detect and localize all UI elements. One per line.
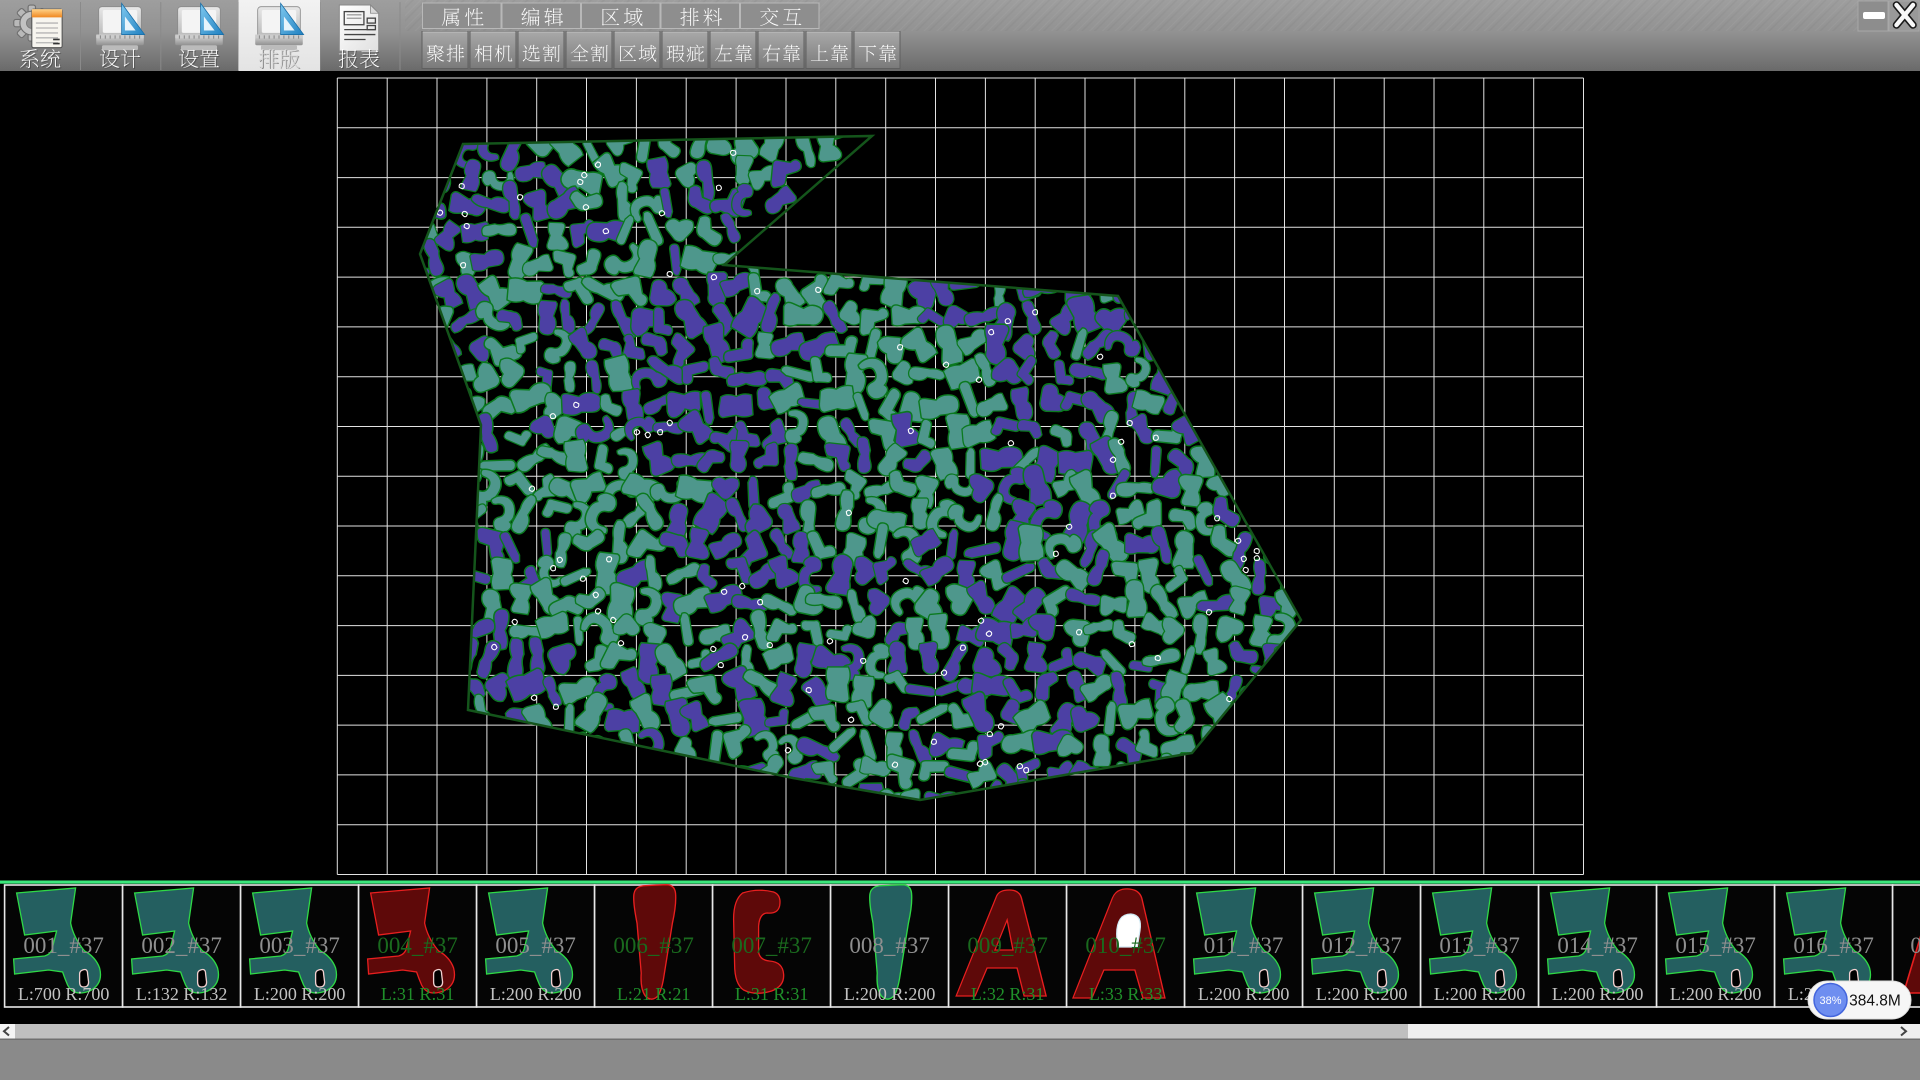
svg-text:L:200 R:200: L:200 R:200: [1670, 984, 1762, 1004]
svg-text:L:200 R:200: L:200 R:200: [254, 984, 346, 1004]
svg-text:L:200 R:200: L:200 R:200: [1552, 984, 1644, 1004]
svg-text:L:200 R:200: L:200 R:200: [1316, 984, 1408, 1004]
svg-text:L:21 R:21: L:21 R:21: [617, 984, 691, 1004]
svg-text:008_#37: 008_#37: [849, 933, 930, 958]
svg-text:L:200 R:200: L:200 R:200: [1198, 984, 1290, 1004]
svg-text:001_#37: 001_#37: [23, 933, 104, 958]
svg-text:L:700 R:700: L:700 R:700: [18, 984, 110, 1004]
svg-text:L:200 R:200: L:200 R:200: [490, 984, 582, 1004]
svg-text:L:33 R:33: L:33 R:33: [1089, 984, 1163, 1004]
svg-text:005_#37: 005_#37: [495, 933, 576, 958]
svg-text:012_#37: 012_#37: [1321, 933, 1402, 958]
svg-text:384.8M: 384.8M: [1849, 993, 1901, 1010]
svg-text:L:200 R:200: L:200 R:200: [1434, 984, 1526, 1004]
svg-text:003_#37: 003_#37: [259, 933, 340, 958]
svg-text:015_#37: 015_#37: [1675, 933, 1756, 958]
svg-text:009_#37: 009_#37: [967, 933, 1048, 958]
svg-text:007_#37: 007_#37: [731, 933, 812, 958]
svg-text:011_#37: 011_#37: [1204, 933, 1284, 958]
svg-text:L:31 R:31: L:31 R:31: [381, 984, 455, 1004]
svg-text:L:200 R:200: L:200 R:200: [844, 984, 936, 1004]
svg-text:017_#37: 017_#37: [1910, 933, 1920, 958]
svg-text:016_#37: 016_#37: [1793, 933, 1874, 958]
svg-text:010_#37: 010_#37: [1085, 933, 1166, 958]
svg-text:014_#37: 014_#37: [1557, 933, 1638, 958]
svg-text:004_#37: 004_#37: [377, 933, 458, 958]
svg-text:L:132 R:132: L:132 R:132: [136, 984, 228, 1004]
svg-text:38%: 38%: [1819, 995, 1841, 1007]
svg-text:013_#37: 013_#37: [1439, 933, 1520, 958]
svg-text:L:32 R:31: L:32 R:31: [971, 984, 1045, 1004]
svg-text:L:31 R:31: L:31 R:31: [735, 984, 809, 1004]
svg-text:006_#37: 006_#37: [613, 933, 694, 958]
svg-text:002_#37: 002_#37: [141, 933, 222, 958]
